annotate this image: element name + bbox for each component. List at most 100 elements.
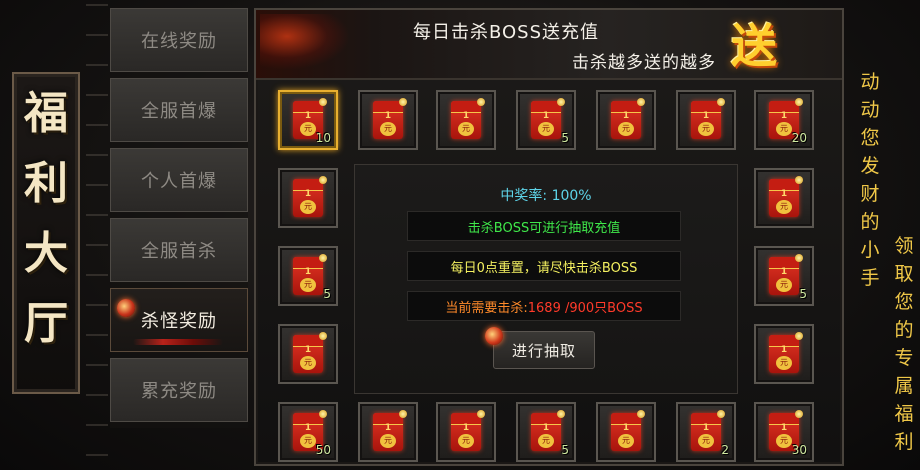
reward-slot[interactable]: 1元	[358, 402, 418, 462]
win-rate: 中奖率: 100%	[355, 185, 737, 205]
envelope-amount: 1	[780, 267, 788, 277]
envelope-amount: 1	[304, 111, 312, 121]
win-rate-value: 100%	[551, 188, 592, 204]
reward-slot[interactable]: 1元	[676, 90, 736, 150]
reward-slot[interactable]: 1 元 10	[278, 90, 338, 150]
slogan-char: 属	[894, 375, 914, 397]
gold-coin-icon	[717, 410, 725, 418]
gold-coin-icon	[477, 98, 485, 106]
reward-slot[interactable]: 1元	[596, 402, 656, 462]
red-envelope-icon: 1元	[293, 257, 323, 295]
slogan-char: 发	[860, 155, 880, 177]
slogan-char: 专	[894, 347, 914, 369]
tab-label: 累充奖励	[141, 381, 217, 402]
yuan-coin-icon: 元	[300, 356, 316, 370]
tab-server-first-drop[interactable]: 全服首爆	[110, 78, 248, 142]
red-envelope-icon: 1元	[293, 179, 323, 217]
envelope-amount: 1	[622, 423, 630, 433]
yuan-coin-icon: 元	[380, 434, 396, 448]
red-envelope-icon: 1元	[293, 335, 323, 373]
reward-slot[interactable]: 1元2	[676, 402, 736, 462]
red-envelope-icon: 1元	[373, 413, 403, 451]
reward-slot[interactable]: 1元	[358, 90, 418, 150]
reward-quantity: 30	[791, 443, 807, 457]
reward-slot[interactable]: 1 元 50	[278, 402, 338, 462]
gift-badge: 送	[731, 19, 777, 73]
yuan-coin-icon: 元	[698, 122, 714, 136]
yuan-coin-icon: 元	[776, 278, 792, 292]
reward-slot[interactable]: 1元5	[754, 246, 814, 306]
gold-coin-icon	[399, 98, 407, 106]
reward-slot[interactable]: 1元	[278, 168, 338, 228]
tab-label: 在线奖励	[141, 31, 217, 52]
red-envelope-icon: 1元	[373, 101, 403, 139]
slogan-char: 财	[860, 183, 880, 205]
reward-slot[interactable]: 1元5	[516, 402, 576, 462]
gold-coin-icon	[319, 332, 327, 340]
blade-icon	[133, 339, 223, 345]
reward-slot[interactable]: 1元	[754, 168, 814, 228]
envelope-amount: 1	[384, 423, 392, 433]
yuan-coin-icon: 元	[300, 434, 316, 448]
red-envelope-icon: 1元	[611, 413, 641, 451]
slogan-char: 的	[894, 319, 914, 341]
red-envelope-icon: 1元	[611, 101, 641, 139]
tab-monster-kill-reward[interactable]: 杀怪奖励	[110, 288, 248, 352]
yuan-coin-icon: 元	[300, 122, 316, 136]
event-banner: 每日击杀BOSS送充值 击杀越多送的越多 送	[256, 10, 842, 80]
envelope-amount: 1	[542, 111, 550, 121]
tab-cumulative-recharge[interactable]: 累充奖励	[110, 358, 248, 422]
reward-slot[interactable]: 1元5	[278, 246, 338, 306]
red-envelope-icon: 1元	[769, 179, 799, 217]
envelope-amount: 1	[304, 189, 312, 199]
envelope-amount: 1	[780, 111, 788, 121]
red-envelope-icon: 1元	[451, 101, 481, 139]
reward-quantity: 5	[561, 443, 569, 457]
slogan-char: 领	[894, 235, 914, 257]
reward-slot[interactable]: 1元	[596, 90, 656, 150]
yuan-coin-icon: 元	[618, 434, 634, 448]
tab-server-first-kill[interactable]: 全服首杀	[110, 218, 248, 282]
gold-coin-icon	[795, 176, 803, 184]
draw-button[interactable]: 进行抽取	[493, 331, 595, 369]
tab-personal-first-drop[interactable]: 个人首爆	[110, 148, 248, 212]
reward-slot[interactable]: 1元5	[516, 90, 576, 150]
yuan-coin-icon: 元	[698, 434, 714, 448]
yuan-coin-icon: 元	[538, 122, 554, 136]
tab-label: 杀怪奖励	[141, 311, 217, 332]
reward-slot[interactable]: 1元	[754, 324, 814, 384]
yuan-coin-icon: 元	[300, 200, 316, 214]
tab-label: 全服首爆	[141, 101, 217, 122]
banner-subtitle: 击杀越多送的越多	[572, 53, 716, 73]
envelope-amount: 1	[542, 423, 550, 433]
envelope-amount: 1	[702, 111, 710, 121]
button-orb-icon	[485, 327, 503, 345]
active-orb-icon	[117, 299, 135, 317]
slogan-char: 小	[860, 239, 880, 261]
yuan-coin-icon: 元	[776, 200, 792, 214]
title-char: 福	[24, 88, 68, 139]
reward-slot[interactable]: 1元	[436, 90, 496, 150]
left-border-decoration	[86, 0, 108, 470]
envelope-amount: 1	[462, 423, 470, 433]
gold-coin-icon	[319, 254, 327, 262]
reward-quantity: 5	[323, 287, 331, 301]
tab-online-reward[interactable]: 在线奖励	[110, 8, 248, 72]
reward-quantity: 10	[315, 131, 331, 145]
yuan-coin-icon: 元	[458, 434, 474, 448]
reward-quantity: 5	[561, 131, 569, 145]
slogan-char: 动	[860, 71, 880, 93]
tab-label: 全服首杀	[141, 241, 217, 262]
banner-title: 每日击杀BOSS送充值	[412, 22, 600, 43]
welfare-hall-title: 福 利 大 厅	[12, 72, 80, 394]
reward-slot[interactable]: 1元	[278, 324, 338, 384]
red-envelope-icon: 1元	[451, 413, 481, 451]
envelope-amount: 1	[780, 423, 788, 433]
gold-coin-icon	[319, 98, 327, 106]
reward-slot[interactable]: 1元	[436, 402, 496, 462]
reward-slot[interactable]: 1 元 30	[754, 402, 814, 462]
reward-slot[interactable]: 1 元 20	[754, 90, 814, 150]
gold-coin-icon	[557, 98, 565, 106]
red-envelope-icon: 1元	[769, 335, 799, 373]
envelope-amount: 1	[780, 345, 788, 355]
